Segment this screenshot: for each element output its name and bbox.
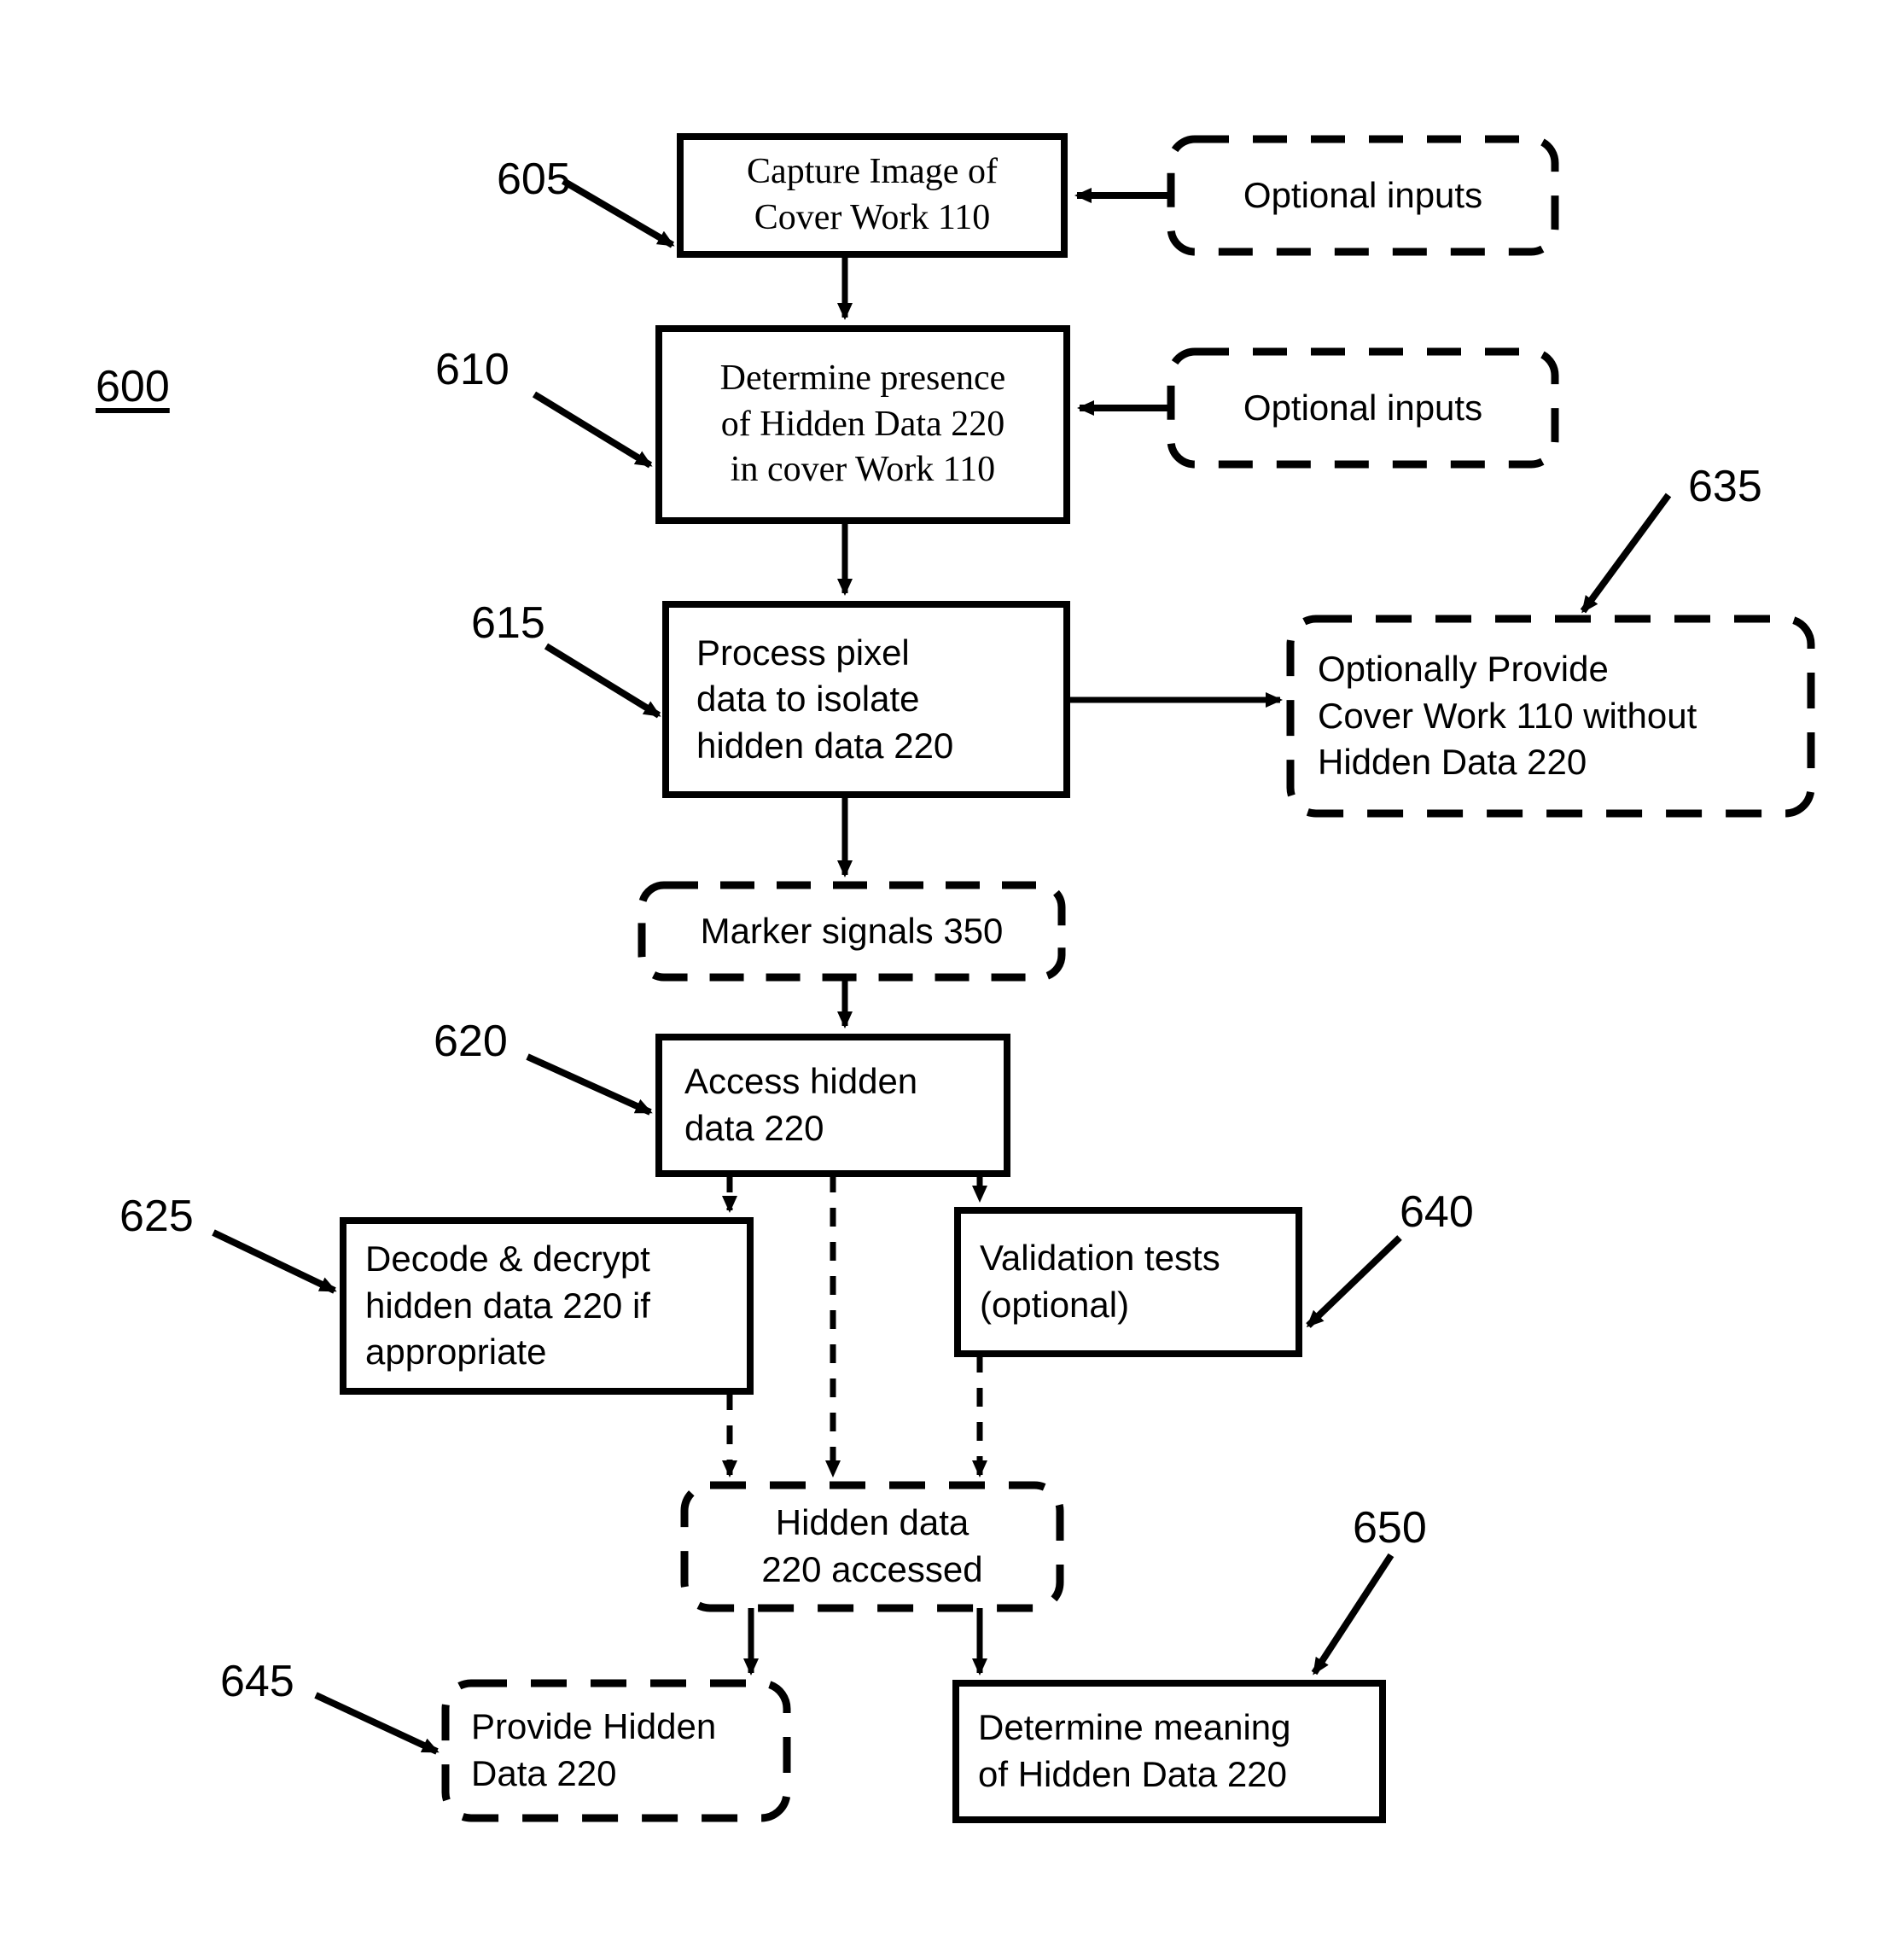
box-optional-inputs-1 — [1167, 135, 1559, 256]
leader-625 — [212, 1229, 337, 1294]
reference-numeral-650: 650 — [1353, 1503, 1427, 1553]
box-decode-decrypt — [340, 1217, 754, 1395]
box-optionally-provide — [1286, 615, 1815, 818]
box-access-hidden-data — [655, 1034, 1010, 1177]
leader-635 — [1580, 492, 1672, 614]
reference-numeral-620: 620 — [434, 1017, 508, 1066]
box-determine-presence — [655, 325, 1070, 524]
box-hidden-data-accessed — [680, 1481, 1064, 1612]
reference-numeral-605: 605 — [497, 154, 571, 204]
figure-number-600: 600 — [96, 362, 170, 411]
reference-numeral-625: 625 — [119, 1192, 194, 1241]
box-marker-signals — [638, 881, 1066, 982]
reference-numeral-635: 635 — [1688, 462, 1762, 511]
box-process-pixel-data — [662, 601, 1070, 798]
patent-figure-600: Capture Image of Cover Work 110 Optional… — [0, 0, 1904, 1935]
diagram-shapes-layer — [212, 133, 1815, 1823]
leader-645 — [314, 1692, 440, 1755]
leader-615 — [544, 643, 661, 719]
leader-650 — [1311, 1553, 1395, 1676]
leader-620 — [526, 1053, 653, 1116]
reference-numeral-610: 610 — [435, 345, 509, 394]
leader-610 — [532, 391, 653, 469]
box-optional-inputs-2 — [1167, 347, 1559, 469]
box-capture-image — [677, 133, 1068, 258]
leader-640 — [1306, 1235, 1402, 1328]
reference-numeral-640: 640 — [1400, 1187, 1474, 1237]
reference-numeral-615: 615 — [471, 598, 545, 648]
box-validation-tests — [954, 1207, 1302, 1357]
leader-605 — [561, 178, 675, 248]
reference-numeral-645: 645 — [220, 1657, 294, 1706]
box-provide-hidden-data — [441, 1679, 791, 1822]
box-determine-meaning — [952, 1680, 1386, 1823]
